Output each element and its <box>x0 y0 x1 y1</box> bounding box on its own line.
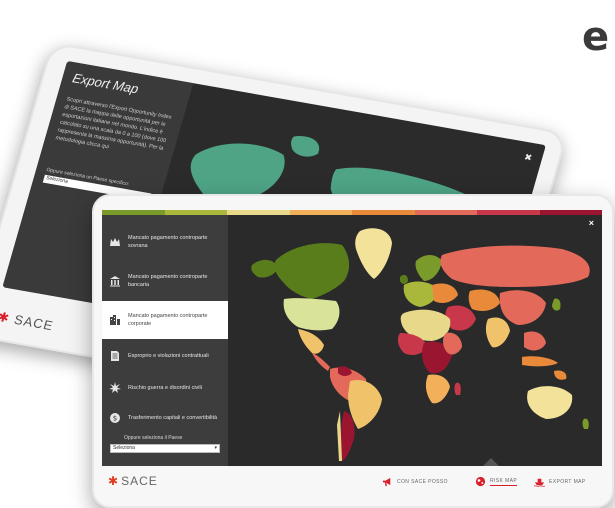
map-venezuela <box>338 366 352 376</box>
map-japan <box>552 298 561 311</box>
map-russia <box>440 245 590 287</box>
map-australia <box>527 386 573 419</box>
map-southeast-asia <box>524 331 546 351</box>
nav-label: RISK MAP <box>490 477 518 486</box>
map-indonesia <box>522 356 558 367</box>
footer-bar: ✱ SACE CON SACE POSSO RISK MAP EXPORT MA… <box>102 468 602 494</box>
svg-text:$: $ <box>113 415 117 423</box>
front-screen: Mancato pagamento controparte sovrana Ma… <box>102 210 602 466</box>
sace-star-icon: ✱ <box>108 474 119 488</box>
menu-label: Mancato pagamento controparte sovrana <box>128 235 208 249</box>
map-greenland <box>355 228 392 279</box>
nav-export-map[interactable]: EXPORT MAP <box>534 476 586 487</box>
risk-sidebar: Mancato pagamento controparte sovrana Ma… <box>102 215 228 466</box>
country-select[interactable]: Seleziona ▾ <box>110 444 220 453</box>
menu-label: Mancato pagamento controparte bancaria <box>128 274 208 288</box>
back-title: Export Map <box>70 70 141 97</box>
country-select-value: Seleziona <box>113 445 135 451</box>
map-argentina <box>340 411 355 461</box>
chevron-down-icon: ▾ <box>214 445 217 451</box>
nav-label: EXPORT MAP <box>549 478 586 485</box>
menu-item-expropriation[interactable]: Esproprio e violazioni contrattuali <box>102 341 228 371</box>
sace-logo: ✱ SACE <box>108 474 158 488</box>
currency-icon: $ <box>108 411 122 425</box>
back-sace-logo: ✱ SACE <box>0 309 56 334</box>
menu-label: Esproprio e violazioni contrattuali <box>128 353 209 359</box>
corner-text: e <box>582 14 610 60</box>
map-central-america <box>312 353 330 371</box>
map-canada <box>274 243 350 299</box>
menu-label: Mancato pagamento controparte corporate <box>128 313 208 327</box>
explosion-icon <box>108 381 122 395</box>
country-select-label: Oppure seleziona il Paese <box>124 435 183 441</box>
map-alaska <box>251 259 278 278</box>
map-china <box>499 290 546 325</box>
menu-item-sovereign[interactable]: Mancato pagamento controparte sovrana <box>102 221 228 263</box>
nav-label: CON SACE POSSO <box>397 478 448 485</box>
map-new-zealand <box>582 418 589 429</box>
nav-risk-map[interactable]: RISK MAP <box>475 476 518 487</box>
close-icon[interactable]: × <box>589 218 594 228</box>
megaphone-icon <box>382 477 391 487</box>
bank-icon <box>108 274 122 288</box>
map-southern-africa <box>425 374 450 404</box>
menu-item-war-risk[interactable]: Rischio guerra e disordini civili <box>102 373 228 403</box>
map-uk <box>400 274 408 284</box>
menu-label: Trasferimento capitali e convertibilità <box>128 415 218 421</box>
back-close-icon: ✖ <box>523 151 534 163</box>
map-mexico <box>298 329 324 354</box>
menu-item-corporate[interactable]: Mancato pagamento controparte corporate <box>102 301 228 339</box>
sace-logo-text: SACE <box>121 474 158 488</box>
globe-icon <box>475 476 486 487</box>
nav-con-sace-posso[interactable]: CON SACE POSSO <box>382 476 448 487</box>
map-madagascar <box>454 382 461 395</box>
risk-world-map <box>251 228 590 461</box>
map-india <box>485 317 510 348</box>
sovereign-icon <box>108 235 122 249</box>
ship-icon <box>534 478 545 487</box>
map-eastern-europe <box>432 283 458 303</box>
map-scandinavia <box>415 255 442 281</box>
map-middle-east <box>445 305 476 331</box>
document-icon <box>108 349 122 363</box>
front-tablet: Mancato pagamento controparte sovrana Ma… <box>92 194 614 508</box>
nav-active-pointer <box>483 458 499 466</box>
menu-item-capital-transfer[interactable]: $ Trasferimento capitali e convertibilit… <box>102 403 228 433</box>
menu-item-bank[interactable]: Mancato pagamento controparte bancaria <box>102 263 228 299</box>
menu-label: Rischio guerra e disordini civili <box>128 385 202 391</box>
map-papua <box>554 370 567 380</box>
corporate-icon <box>108 313 122 327</box>
map-central-asia <box>468 289 500 311</box>
map-usa <box>283 298 340 331</box>
back-description: Scopri attraverso l'Export Opportunity I… <box>54 96 173 152</box>
